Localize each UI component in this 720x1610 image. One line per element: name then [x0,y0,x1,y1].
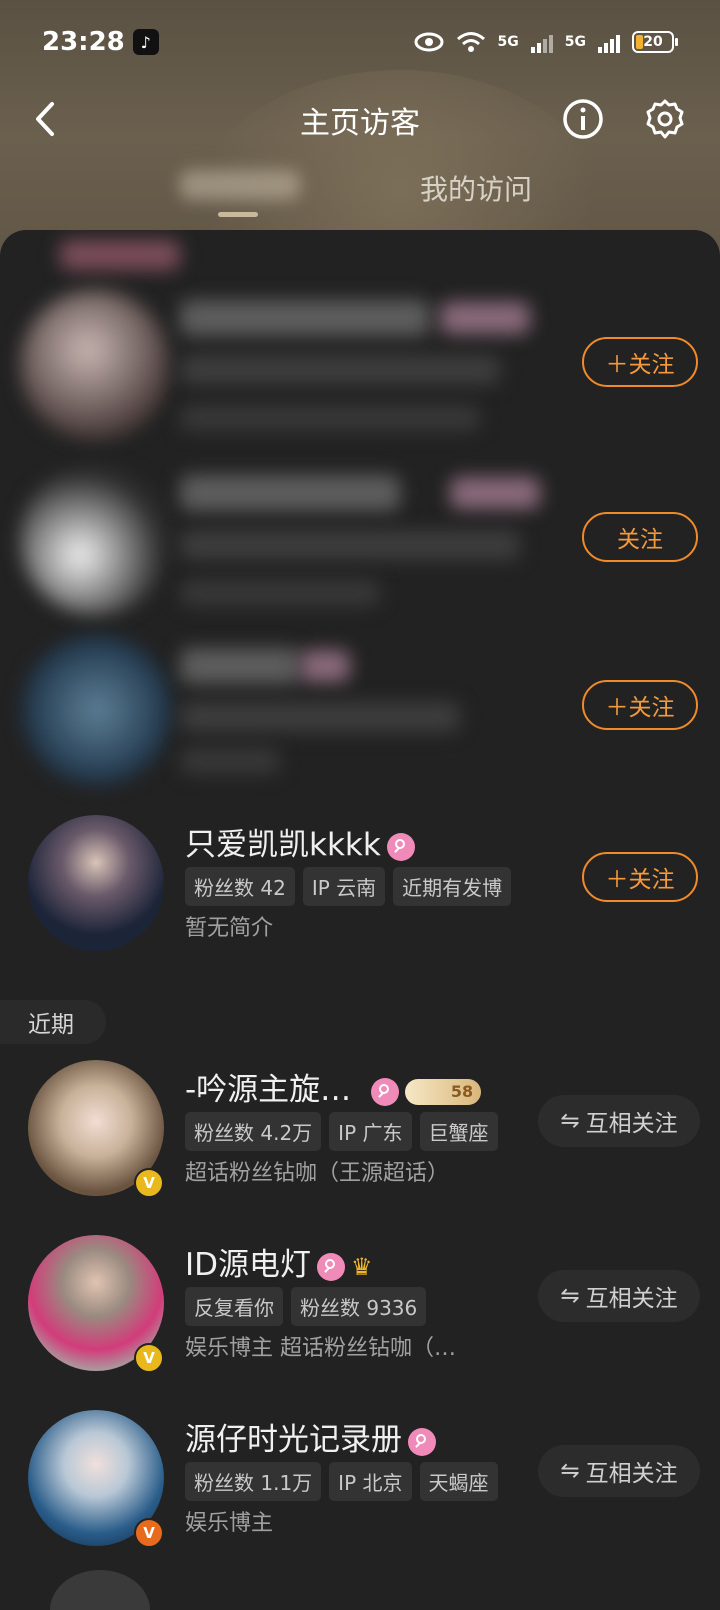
user-tags: 反复看你 粉丝数 9336 [185,1287,427,1326]
list-item[interactable]: 只爱凯凯kkkk 粉丝数 42 IP 云南 近期有发博 暂无简介 ＋关注 [0,805,720,975]
network-type-2: 5G [564,34,586,50]
blurred-badge [440,302,530,334]
mutual-follow-icon: ⇋ [560,1458,580,1484]
avatar [20,290,170,440]
user-tags: 粉丝数 42 IP 云南 近期有发博 [185,867,512,906]
blurred-tags [180,355,500,385]
avatar [22,635,172,785]
superfan-badge-icon [371,1077,400,1106]
info-icon[interactable] [560,96,606,142]
user-name: -吟源主旋… 58 [185,1064,482,1109]
blurred-desc [180,580,380,606]
page-title: 主页访客 [300,106,420,141]
list-item[interactable]: V ID源电灯 ♛ 反复看你 粉丝数 9336 娱乐博主 超话粉丝钻咖（… ⇋ 互相… [0,1225,720,1395]
user-name: ID源电灯 ♛ [185,1247,373,1283]
tag: IP 北京 [329,1462,412,1501]
blurred-desc [180,405,480,431]
gear-icon[interactable] [642,96,688,142]
crown-badge-icon: ♛ [351,1252,373,1281]
tag: 粉丝数 9336 [291,1287,427,1326]
tab-my-visits[interactable]: 我的访问 [420,168,532,208]
superfan-badge-icon [386,832,415,861]
superfan-badge-icon [408,1427,436,1456]
wifi-icon [456,32,485,52]
top-nav-bar: 主页访客 [0,84,720,154]
mutual-follow-button[interactable]: ⇋ 互相关注 [538,1445,700,1497]
user-description: 超话粉丝钻咖（王源超话） [185,1161,450,1186]
tag: 粉丝数 42 [185,867,295,906]
user-name: 只爱凯凯kkkk [185,819,415,864]
mutual-follow-icon: ⇋ [560,1283,580,1309]
superfan-badge-icon [317,1252,346,1281]
user-description: 暂无简介 [185,916,274,941]
mutual-follow-button[interactable]: ⇋ 互相关注 [538,1270,700,1322]
verified-badge-icon: V [134,1343,164,1373]
avatar-partial [50,1570,150,1610]
section-label-recent: 近期 [0,1000,106,1044]
list-item-blurred[interactable]: ＋关注 [0,630,720,800]
status-time: 23:28 [42,27,125,57]
blurred-tags [180,530,520,560]
visitor-list-panel: ＋关注 关注 ＋关注 只爱凯凯kkkk 粉丝数 42 IP 云南 近期有发博 暂… [0,230,720,1610]
tag: IP 云南 [302,867,386,906]
battery-level: 20 [643,34,663,50]
tag: IP 广东 [329,1112,412,1151]
tag: 天蝎座 [419,1462,498,1501]
follow-button[interactable]: ＋关注 [582,852,698,902]
tag: 粉丝数 1.1万 [185,1462,322,1501]
blurred-name [180,648,300,684]
list-item[interactable]: V 源仔时光记录册 粉丝数 1.1万 IP 北京 天蝎座 娱乐博主 ⇋ 互相关注 [0,1400,720,1570]
blurred-row-edge [60,240,180,270]
user-description: 娱乐博主 超话粉丝钻咖（… [185,1336,456,1361]
follow-button[interactable]: 关注 [582,512,698,562]
user-tags: 粉丝数 4.2万 IP 广东 巨蟹座 [185,1112,498,1151]
mutual-follow-icon: ⇋ [560,1108,580,1134]
user-tags: 粉丝数 1.1万 IP 北京 天蝎座 [185,1462,498,1501]
battery-icon: 20 [632,31,678,53]
list-item-blurred[interactable]: ＋关注 [0,280,720,450]
tab-active-indicator [218,212,258,217]
follow-button[interactable]: ＋关注 [582,337,698,387]
blurred-tags [180,702,460,732]
tag: 粉丝数 4.2万 [185,1112,322,1151]
verified-badge-icon: V [134,1518,164,1548]
avatar [20,465,170,615]
follow-button[interactable]: ＋关注 [582,680,698,730]
blurred-desc [180,748,280,774]
avatar [28,815,164,951]
tag: 近期有发博 [393,867,512,906]
tab-visitors-blurred[interactable] [180,170,300,200]
mutual-follow-button[interactable]: ⇋ 互相关注 [538,1095,700,1147]
list-item-blurred[interactable]: 关注 [0,455,720,625]
user-name: 源仔时光记录册 [185,1414,436,1459]
tab-bar: 我的访问 [0,160,720,220]
list-item[interactable]: V -吟源主旋… 58 粉丝数 4.2万 IP 广东 巨蟹座 超话粉丝钻咖（王源超… [0,1050,720,1220]
blurred-name [180,300,430,336]
blurred-badge [300,650,350,682]
fan-level-badge-icon: 58 [405,1078,482,1105]
user-description: 娱乐博主 [185,1511,274,1536]
blurred-name [180,475,400,511]
blurred-badge [450,477,540,509]
signal-icon-2 [598,31,620,53]
tag: 反复看你 [185,1287,283,1326]
eye-icon [414,32,444,52]
status-bar: 23:28 ♪ 5G 5G 20 [0,0,720,84]
tiktok-icon: ♪ [132,29,159,55]
verified-badge-icon: V [134,1168,164,1198]
network-type-1: 5G [497,34,519,50]
signal-icon-1 [530,31,553,53]
tag: 巨蟹座 [419,1112,498,1151]
